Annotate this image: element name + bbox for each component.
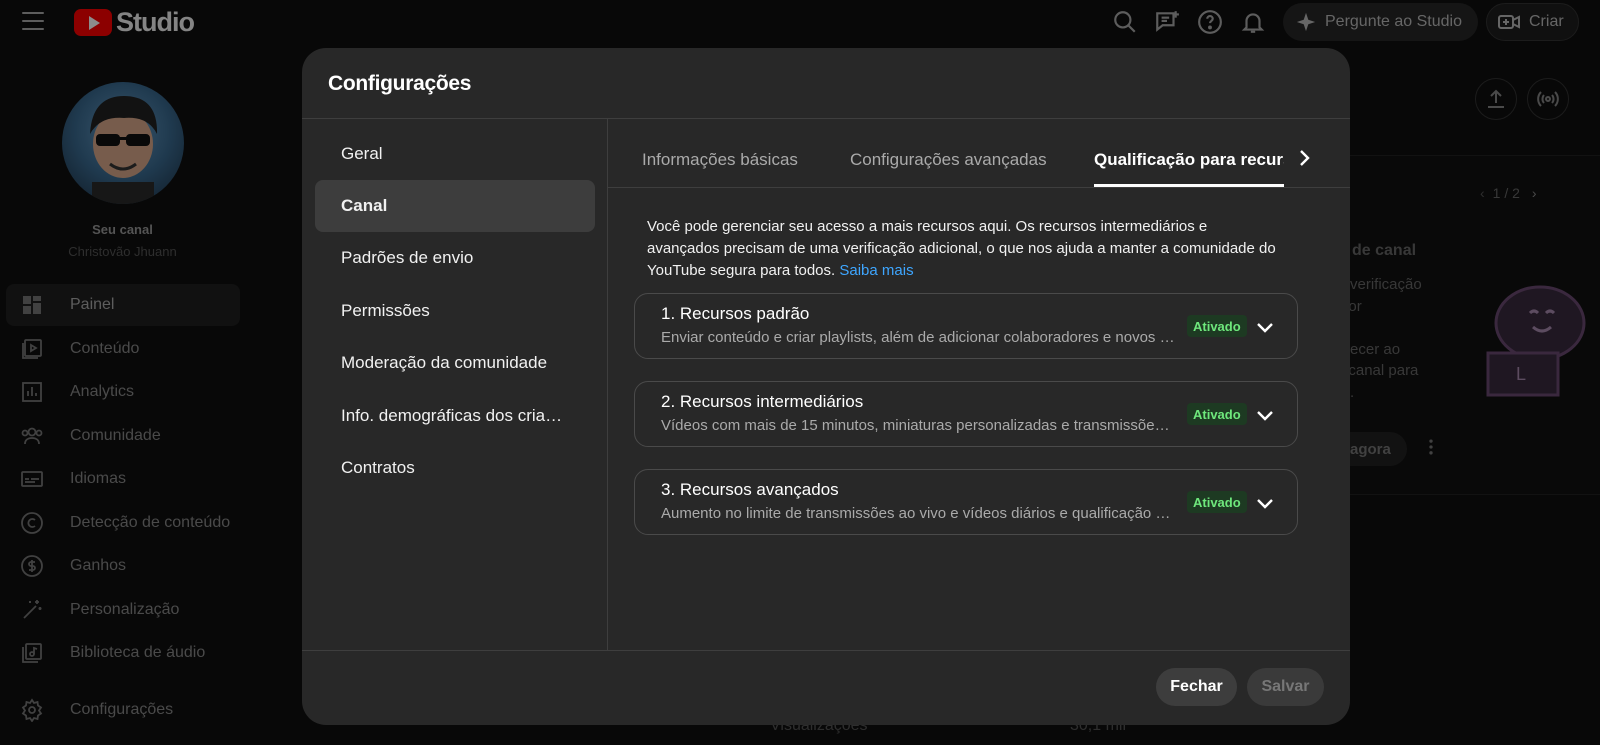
menu-label: Padrões de envio [341,248,474,267]
status-badge: Ativado [1187,491,1247,513]
feature-card-advanced[interactable]: 3. Recursos avançados Aumento no limite … [634,469,1298,535]
chevron-right-icon[interactable] [1292,146,1316,170]
settings-menu-demograficas[interactable]: Info. demográficas dos criadores [315,390,595,442]
divider [607,118,608,650]
card-title: 1. Recursos padrão [661,304,810,323]
tab-label: Qualificação para recursos [1094,150,1284,169]
status-badge: Ativado [1187,403,1247,425]
card-description: Aumento no limite de transmissões ao viv… [661,505,1176,522]
settings-menu-geral[interactable]: Geral [315,128,595,180]
chevron-down-icon[interactable] [1253,315,1277,339]
divider [608,187,1350,188]
divider [302,118,1350,119]
settings-menu-moderacao[interactable]: Moderação da comunidade [315,337,595,389]
settings-menu-contratos[interactable]: Contratos [315,442,595,494]
tab-configuracoes-avancadas[interactable]: Configurações avançadas [850,150,1047,188]
tab-informacoes-basicas[interactable]: Informações básicas [642,150,798,188]
save-button[interactable]: Salvar [1247,668,1324,706]
tab-qualificacao[interactable]: Qualificação para recursos [1094,150,1284,188]
dialog-title: Configurações [328,72,472,95]
divider [302,650,1350,651]
close-button[interactable]: Fechar [1156,668,1237,706]
tab-label: Informações básicas [642,150,798,169]
menu-label: Canal [341,196,388,215]
settings-dialog: Configurações Geral Canal Padrões de env… [302,48,1350,725]
tab-label: Configurações avançadas [850,150,1047,169]
card-description: Vídeos com mais de 15 minutos, miniatura… [661,417,1176,434]
learn-more-link[interactable]: Saiba mais [839,262,913,279]
menu-label: Permissões [341,301,430,320]
menu-label: Info. demográficas dos criadores [341,406,567,425]
intro-text: Você pode gerenciar seu acesso a mais re… [647,218,1276,279]
status-badge: Ativado [1187,315,1247,337]
settings-menu-permissoes[interactable]: Permissões [315,285,595,337]
feature-card-intermediate[interactable]: 2. Recursos intermediários Vídeos com ma… [634,381,1298,447]
chevron-down-icon[interactable] [1253,403,1277,427]
settings-menu-canal[interactable]: Canal [315,180,595,232]
intro-paragraph: Você pode gerenciar seu acesso a mais re… [647,216,1277,281]
menu-label: Contratos [341,458,415,477]
chevron-down-icon[interactable] [1253,491,1277,515]
menu-label: Moderação da comunidade [341,353,548,372]
card-title: 2. Recursos intermediários [661,392,864,411]
settings-menu-padroes-envio[interactable]: Padrões de envio [315,232,595,284]
card-title: 3. Recursos avançados [661,480,839,499]
menu-label: Geral [341,144,383,163]
card-description: Enviar conteúdo e criar playlists, além … [661,329,1176,346]
feature-card-standard[interactable]: 1. Recursos padrão Enviar conteúdo e cri… [634,293,1298,359]
